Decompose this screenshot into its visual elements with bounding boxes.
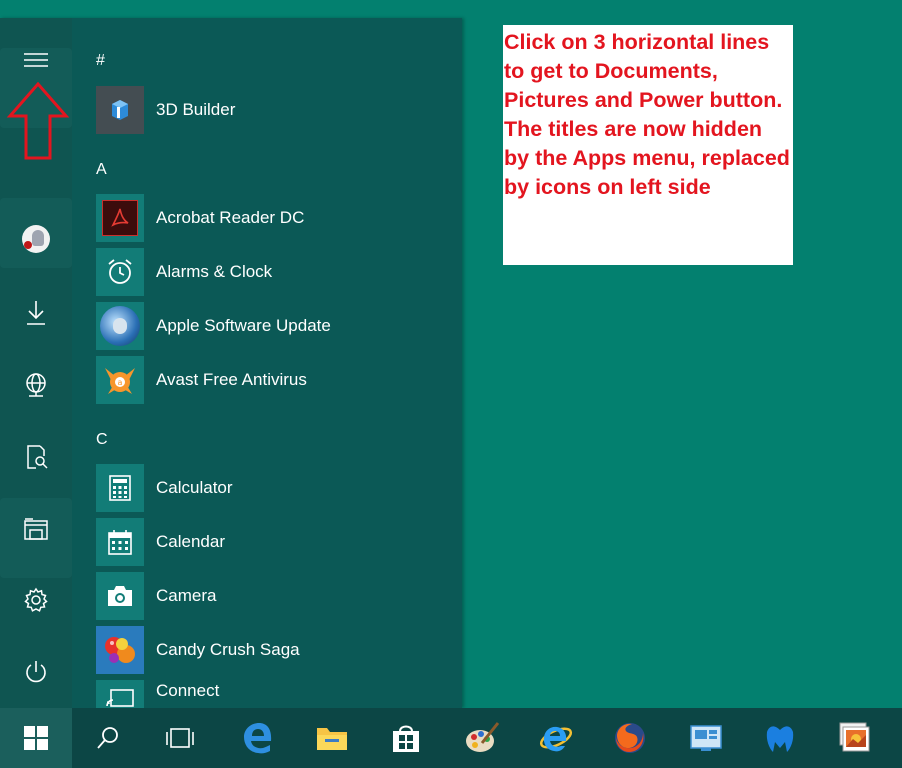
annotation-note: Click on 3 horizontal lines to get to Do… <box>503 25 793 265</box>
red-arrow-annotation <box>6 82 70 160</box>
start-menu-rail <box>0 18 72 708</box>
start-button[interactable] <box>0 708 72 768</box>
photo-viewer-icon <box>839 722 870 752</box>
edge-button[interactable] <box>226 708 290 768</box>
app-label: Camera <box>156 586 217 605</box>
svg-text:a: a <box>118 378 123 387</box>
app-candy-crush[interactable]: Candy Crush Saga <box>96 626 436 674</box>
app-label: Calculator <box>156 478 233 497</box>
alarm-clock-icon <box>96 248 144 296</box>
search-icon <box>97 727 118 749</box>
app-label: Connect <box>156 681 220 700</box>
apple-update-icon <box>96 302 144 350</box>
task-view-icon <box>166 728 194 748</box>
calendar-icon <box>96 518 144 566</box>
menu-icon[interactable] <box>12 38 60 82</box>
app-label: Acrobat Reader DC <box>156 208 305 227</box>
photo-viewer-button[interactable] <box>822 708 886 768</box>
firefox-button[interactable] <box>598 708 662 768</box>
group-header-c[interactable]: C <box>96 431 108 449</box>
settings-icon[interactable] <box>12 578 60 622</box>
search-button[interactable] <box>76 708 140 768</box>
app-label: Calendar <box>156 532 225 551</box>
app-label: Candy Crush Saga <box>156 640 300 659</box>
remote-desktop-button[interactable] <box>674 708 738 768</box>
app-calculator[interactable]: Calculator <box>96 464 436 512</box>
user-avatar[interactable] <box>12 217 60 261</box>
malwarebytes-icon <box>766 726 794 752</box>
file-explorer-icon[interactable] <box>12 507 60 551</box>
folder-icon <box>317 728 347 750</box>
power-icon[interactable] <box>12 650 60 694</box>
3d-builder-icon <box>96 86 144 134</box>
app-calendar[interactable]: Calendar <box>96 518 436 566</box>
group-header-hash[interactable]: # <box>96 52 105 70</box>
malwarebytes-button[interactable] <box>748 708 812 768</box>
app-3d-builder[interactable]: 3D Builder <box>96 86 436 134</box>
app-label: Avast Free Antivirus <box>156 370 307 389</box>
firefox-icon <box>615 723 645 753</box>
candy-crush-icon <box>96 626 144 674</box>
acrobat-icon <box>96 194 144 242</box>
app-label: Apple Software Update <box>156 316 331 335</box>
start-menu: # 3D Builder A Acrobat Reader DC Alarms … <box>0 18 462 708</box>
documents-icon[interactable] <box>12 435 60 479</box>
app-label: Alarms & Clock <box>156 262 273 281</box>
windows-logo-icon <box>24 726 48 750</box>
internet-explorer-button[interactable] <box>524 708 588 768</box>
app-alarms-clock[interactable]: Alarms & Clock <box>96 248 436 296</box>
app-list: # 3D Builder A Acrobat Reader DC Alarms … <box>88 18 462 708</box>
store-icon <box>393 725 419 752</box>
annotation-text: Click on 3 horizontal lines to get to Do… <box>504 30 790 199</box>
edge-icon <box>244 723 272 754</box>
app-connect[interactable]: Connect <box>96 680 436 708</box>
avatar <box>22 225 50 253</box>
group-header-a[interactable]: A <box>96 161 107 179</box>
app-acrobat-reader[interactable]: Acrobat Reader DC <box>96 194 436 242</box>
internet-explorer-icon <box>539 726 573 752</box>
paint-icon <box>466 722 500 752</box>
file-explorer-button[interactable] <box>300 708 364 768</box>
app-avast[interactable]: a Avast Free Antivirus <box>96 356 436 404</box>
app-camera[interactable]: Camera <box>96 572 436 620</box>
store-button[interactable] <box>374 708 438 768</box>
downloads-icon[interactable] <box>12 291 60 335</box>
app-label: 3D Builder <box>156 100 236 119</box>
remote-desktop-icon <box>690 725 722 751</box>
connect-icon <box>96 680 144 708</box>
paint-button[interactable] <box>450 708 514 768</box>
app-apple-software-update[interactable]: Apple Software Update <box>96 302 436 350</box>
network-icon[interactable] <box>12 363 60 407</box>
camera-icon <box>96 572 144 620</box>
taskbar <box>0 708 902 768</box>
avast-icon: a <box>96 356 144 404</box>
task-view-button[interactable] <box>148 708 212 768</box>
calculator-icon <box>96 464 144 512</box>
